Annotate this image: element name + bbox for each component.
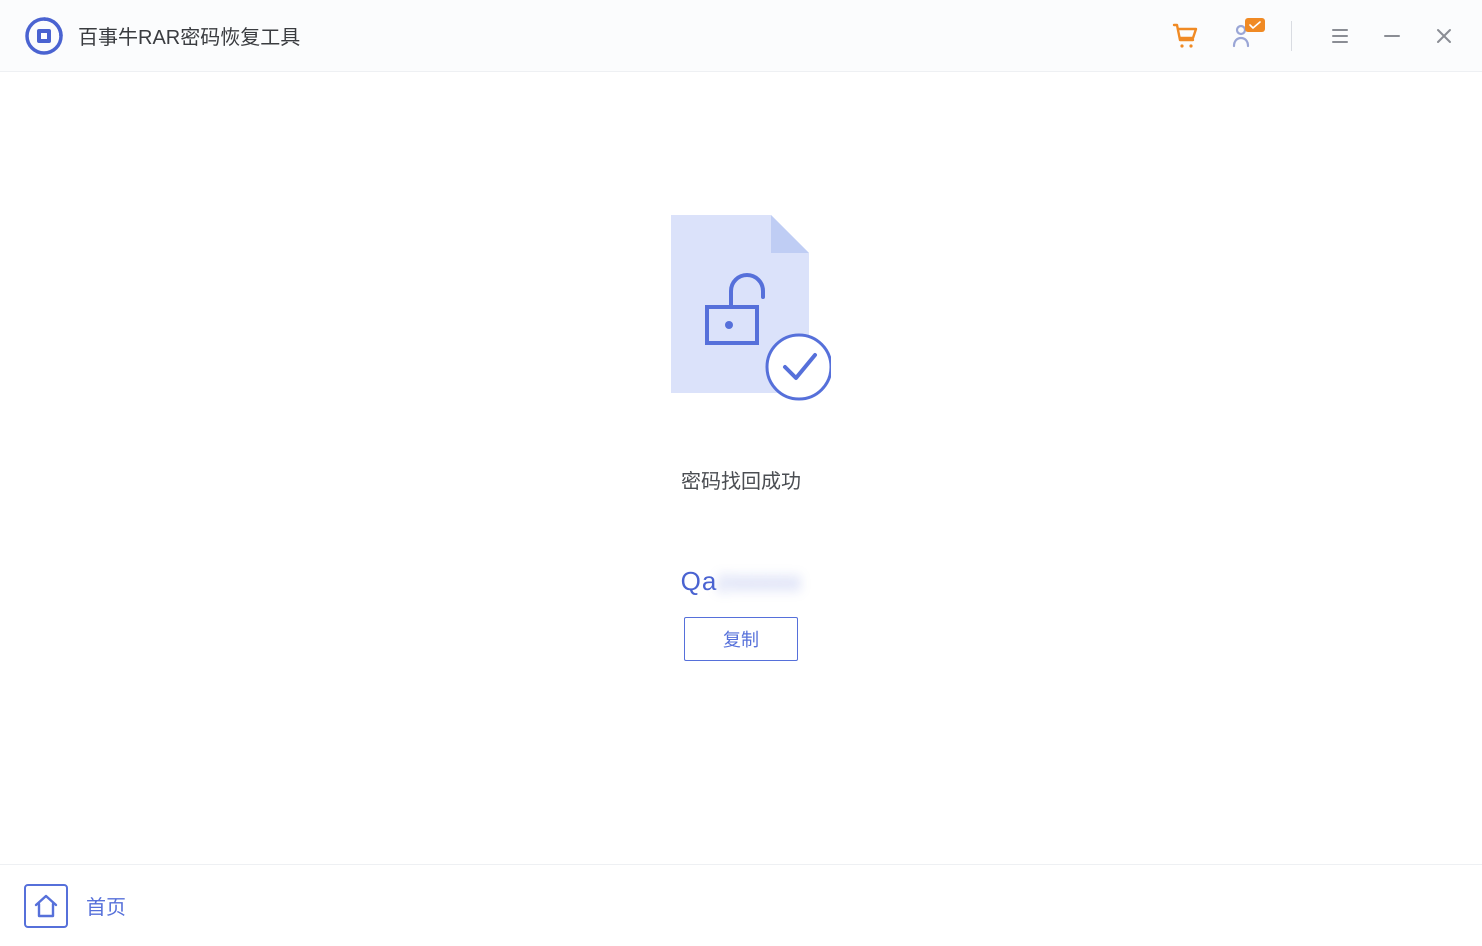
app-title: 百事牛RAR密码恢复工具 xyxy=(78,21,300,50)
menu-icon[interactable] xyxy=(1326,22,1354,50)
copy-button[interactable]: 复制 xyxy=(684,617,798,661)
home-icon[interactable] xyxy=(24,884,68,928)
status-text: 密码找回成功 xyxy=(681,465,801,494)
password-blurred-part: zxxxxx xyxy=(717,566,801,596)
titlebar-divider xyxy=(1291,21,1292,51)
titlebar-right xyxy=(1171,21,1458,51)
account-icon[interactable] xyxy=(1229,22,1257,50)
footer: 首页 xyxy=(0,864,1482,946)
minimize-icon[interactable] xyxy=(1378,22,1406,50)
titlebar: 百事牛RAR密码恢复工具 xyxy=(0,0,1482,72)
cart-icon[interactable] xyxy=(1171,22,1199,50)
unlocked-file-icon xyxy=(651,215,831,405)
password-visible-part: Qa xyxy=(681,566,718,596)
recovered-password: Qazxxxxx xyxy=(681,566,802,597)
titlebar-left: 百事牛RAR密码恢复工具 xyxy=(24,16,300,56)
app-logo-icon xyxy=(24,16,64,56)
close-icon[interactable] xyxy=(1430,22,1458,50)
home-label[interactable]: 首页 xyxy=(86,891,126,920)
main-content: 密码找回成功 Qazxxxxx 复制 xyxy=(0,72,1482,864)
window-controls xyxy=(1326,22,1458,50)
